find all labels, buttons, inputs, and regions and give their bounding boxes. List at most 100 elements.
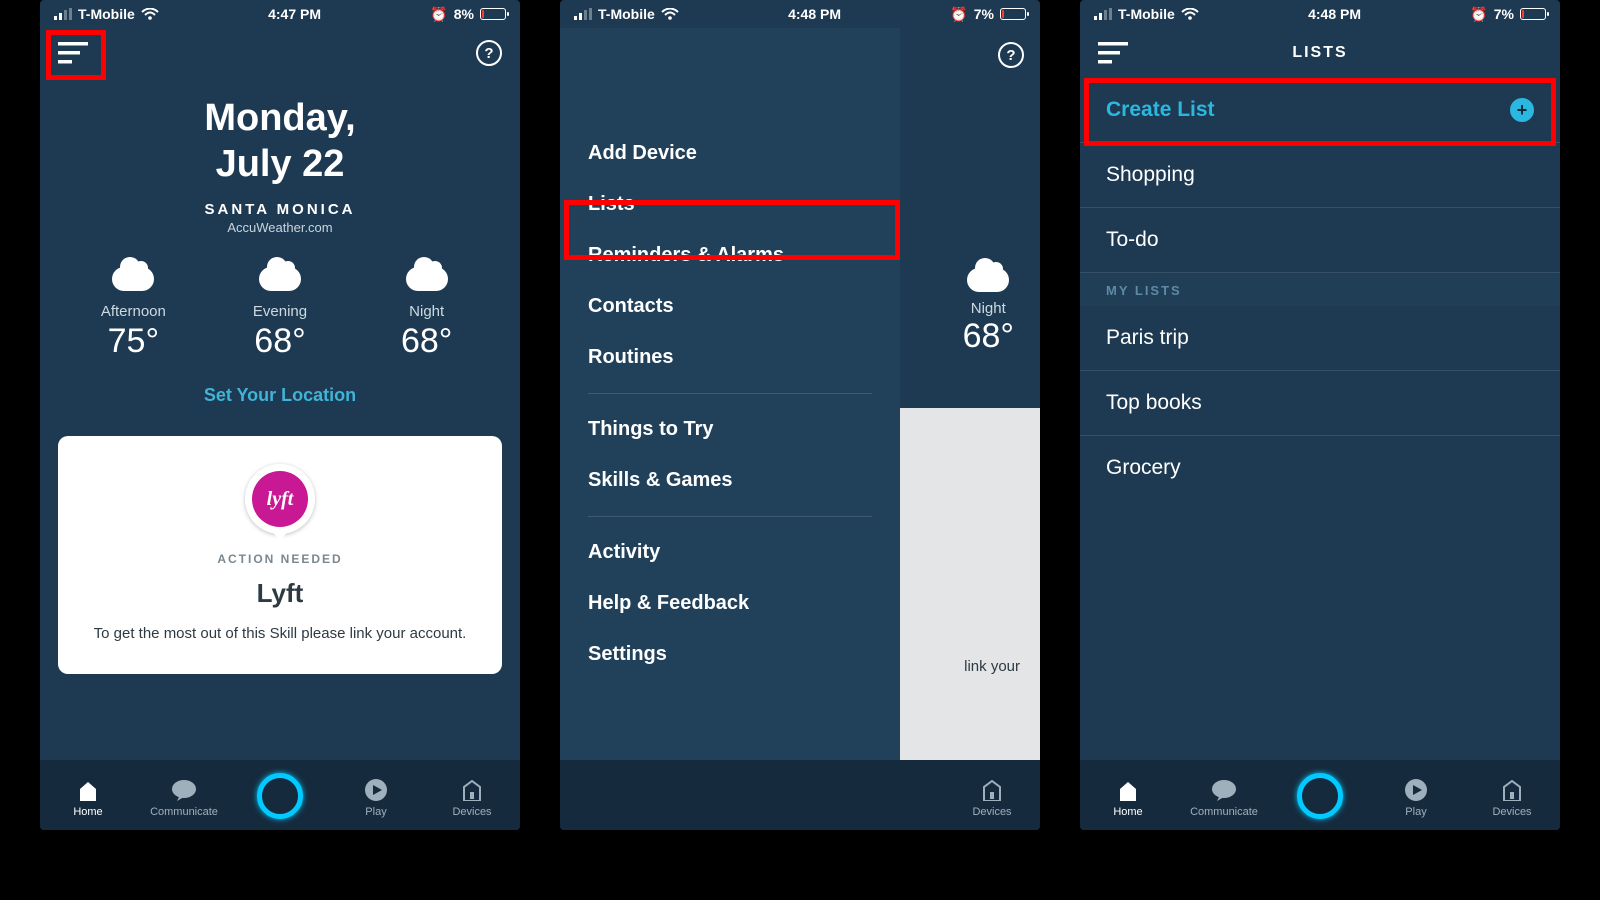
drawer-item-skills-games[interactable]: Skills & Games <box>560 455 900 506</box>
forecast-temp: 68° <box>353 322 500 361</box>
alexa-ring-icon <box>232 783 328 809</box>
forecast-temp: 68° <box>963 317 1014 356</box>
tab-label: Devices <box>452 806 491 818</box>
weather-source: AccuWeather.com <box>40 220 520 235</box>
tab-devices[interactable]: Devices <box>944 777 1040 818</box>
play-icon <box>328 777 424 803</box>
tab-alexa[interactable] <box>232 783 328 812</box>
navigation-drawer: Add Device Lists Reminders & Alarms Cont… <box>560 28 900 760</box>
tab-devices[interactable]: Devices <box>424 777 520 818</box>
battery-pct: 8% <box>454 6 474 22</box>
home-icon <box>1080 777 1176 803</box>
status-bar: T-Mobile 4:48 PM ⏰ 7% <box>1080 0 1560 28</box>
tab-label: Home <box>1113 806 1142 818</box>
tab-home[interactable]: Home <box>40 777 136 818</box>
alarm-icon: ⏰ <box>430 6 447 23</box>
help-icon[interactable]: ? <box>998 42 1024 68</box>
action-needed-label: ACTION NEEDED <box>82 552 478 566</box>
create-list-label: Create List <box>1106 98 1215 122</box>
tab-label: Communicate <box>1190 806 1258 818</box>
play-icon <box>1368 777 1464 803</box>
app-header: LISTS <box>1080 28 1560 78</box>
forecast-afternoon: Afternoon 75° <box>60 261 207 361</box>
signal-icon <box>54 8 72 20</box>
devices-icon <box>1464 777 1560 803</box>
home-icon <box>40 777 136 803</box>
tab-devices[interactable]: Devices <box>1464 777 1560 818</box>
drawer-item-lists[interactable]: Lists <box>560 179 900 230</box>
section-header-my-lists: MY LISTS <box>1080 273 1560 306</box>
forecast-evening: Evening 68° <box>207 261 354 361</box>
cloud-moon-icon <box>353 261 500 297</box>
screen-drawer: T-Mobile 4:48 PM ⏰ 7% ? Night 68° link y… <box>560 0 1040 830</box>
battery-icon <box>480 8 506 20</box>
cloud-sun-icon <box>60 261 207 297</box>
status-bar: T-Mobile 4:47 PM ⏰ 8% <box>40 0 520 28</box>
alarm-icon: ⏰ <box>1470 6 1487 23</box>
drawer-item-routines[interactable]: Routines <box>560 332 900 383</box>
forecast-label: Night <box>353 303 500 320</box>
help-icon[interactable]: ? <box>476 40 502 66</box>
background-content: ? Night 68° link your <box>900 28 1040 760</box>
create-list-button[interactable]: Create List + <box>1080 78 1560 143</box>
card-text-fragment: link your <box>964 658 1020 675</box>
list-item-top-books[interactable]: Top books <box>1080 371 1560 436</box>
tab-play[interactable]: Play <box>1368 777 1464 818</box>
carrier-label: T-Mobile <box>1118 6 1175 22</box>
signal-icon <box>574 8 592 20</box>
drawer-item-contacts[interactable]: Contacts <box>560 281 900 332</box>
drawer-item-help-feedback[interactable]: Help & Feedback <box>560 578 900 629</box>
drawer-item-things-to-try[interactable]: Things to Try <box>560 404 900 455</box>
battery-pct: 7% <box>1494 6 1514 22</box>
page-title: LISTS <box>1080 44 1560 62</box>
carrier-label: T-Mobile <box>598 6 655 22</box>
plus-icon: + <box>1510 98 1534 122</box>
lyft-logo-icon: lyft <box>245 464 315 534</box>
signal-icon <box>1094 8 1112 20</box>
drawer-item-reminders-alarms[interactable]: Reminders & Alarms <box>560 230 900 281</box>
forecast-row: Afternoon 75° Evening 68° Night 68° <box>40 261 520 361</box>
city-label: SANTA MONICA <box>40 201 520 218</box>
forecast-label: Night <box>963 300 1014 317</box>
battery-icon <box>1520 8 1546 20</box>
chat-icon <box>1176 777 1272 803</box>
menu-icon[interactable] <box>58 42 88 64</box>
drawer-separator <box>588 516 872 517</box>
tab-alexa[interactable] <box>1272 783 1368 812</box>
list-item-grocery[interactable]: Grocery <box>1080 436 1560 500</box>
drawer-item-add-device[interactable]: Add Device <box>560 128 900 179</box>
list-item-todo[interactable]: To-do <box>1080 208 1560 273</box>
list-item-shopping[interactable]: Shopping <box>1080 143 1560 208</box>
tab-communicate[interactable]: Communicate <box>136 777 232 818</box>
drawer-item-settings[interactable]: Settings <box>560 629 900 680</box>
devices-icon <box>424 777 520 803</box>
skill-card-lyft[interactable]: lyft ACTION NEEDED Lyft To get the most … <box>58 436 502 674</box>
tab-bar: Devices <box>560 760 1040 830</box>
tab-bar: Home Communicate Play Devices <box>1080 760 1560 830</box>
tab-label: Play <box>365 806 386 818</box>
background-card: link your <box>900 408 1040 760</box>
devices-icon <box>944 777 1040 803</box>
set-location-link[interactable]: Set Your Location <box>40 385 520 406</box>
carrier-label: T-Mobile <box>78 6 135 22</box>
skill-title: Lyft <box>82 578 478 609</box>
tab-play[interactable]: Play <box>328 777 424 818</box>
chat-icon <box>136 777 232 803</box>
forecast-label: Evening <box>207 303 354 320</box>
cloud-moon-icon <box>963 268 1014 292</box>
status-bar: T-Mobile 4:48 PM ⏰ 7% <box>560 0 1040 28</box>
tab-label: Devices <box>972 806 1011 818</box>
forecast-label: Afternoon <box>60 303 207 320</box>
forecast-night: Night 68° <box>963 268 1014 356</box>
clock: 4:48 PM <box>1308 6 1361 22</box>
screen-home: T-Mobile 4:47 PM ⏰ 8% ? Monday, July 22 … <box>40 0 520 830</box>
tab-home[interactable]: Home <box>1080 777 1176 818</box>
screen-lists: T-Mobile 4:48 PM ⏰ 7% LISTS Create List … <box>1080 0 1560 830</box>
wifi-icon <box>141 8 159 21</box>
cloud-moon-icon <box>207 261 354 297</box>
tab-communicate[interactable]: Communicate <box>1176 777 1272 818</box>
drawer-item-activity[interactable]: Activity <box>560 527 900 578</box>
drawer-separator <box>588 393 872 394</box>
date-block: Monday, July 22 SANTA MONICA AccuWeather… <box>40 96 520 235</box>
list-item-paris-trip[interactable]: Paris trip <box>1080 306 1560 371</box>
